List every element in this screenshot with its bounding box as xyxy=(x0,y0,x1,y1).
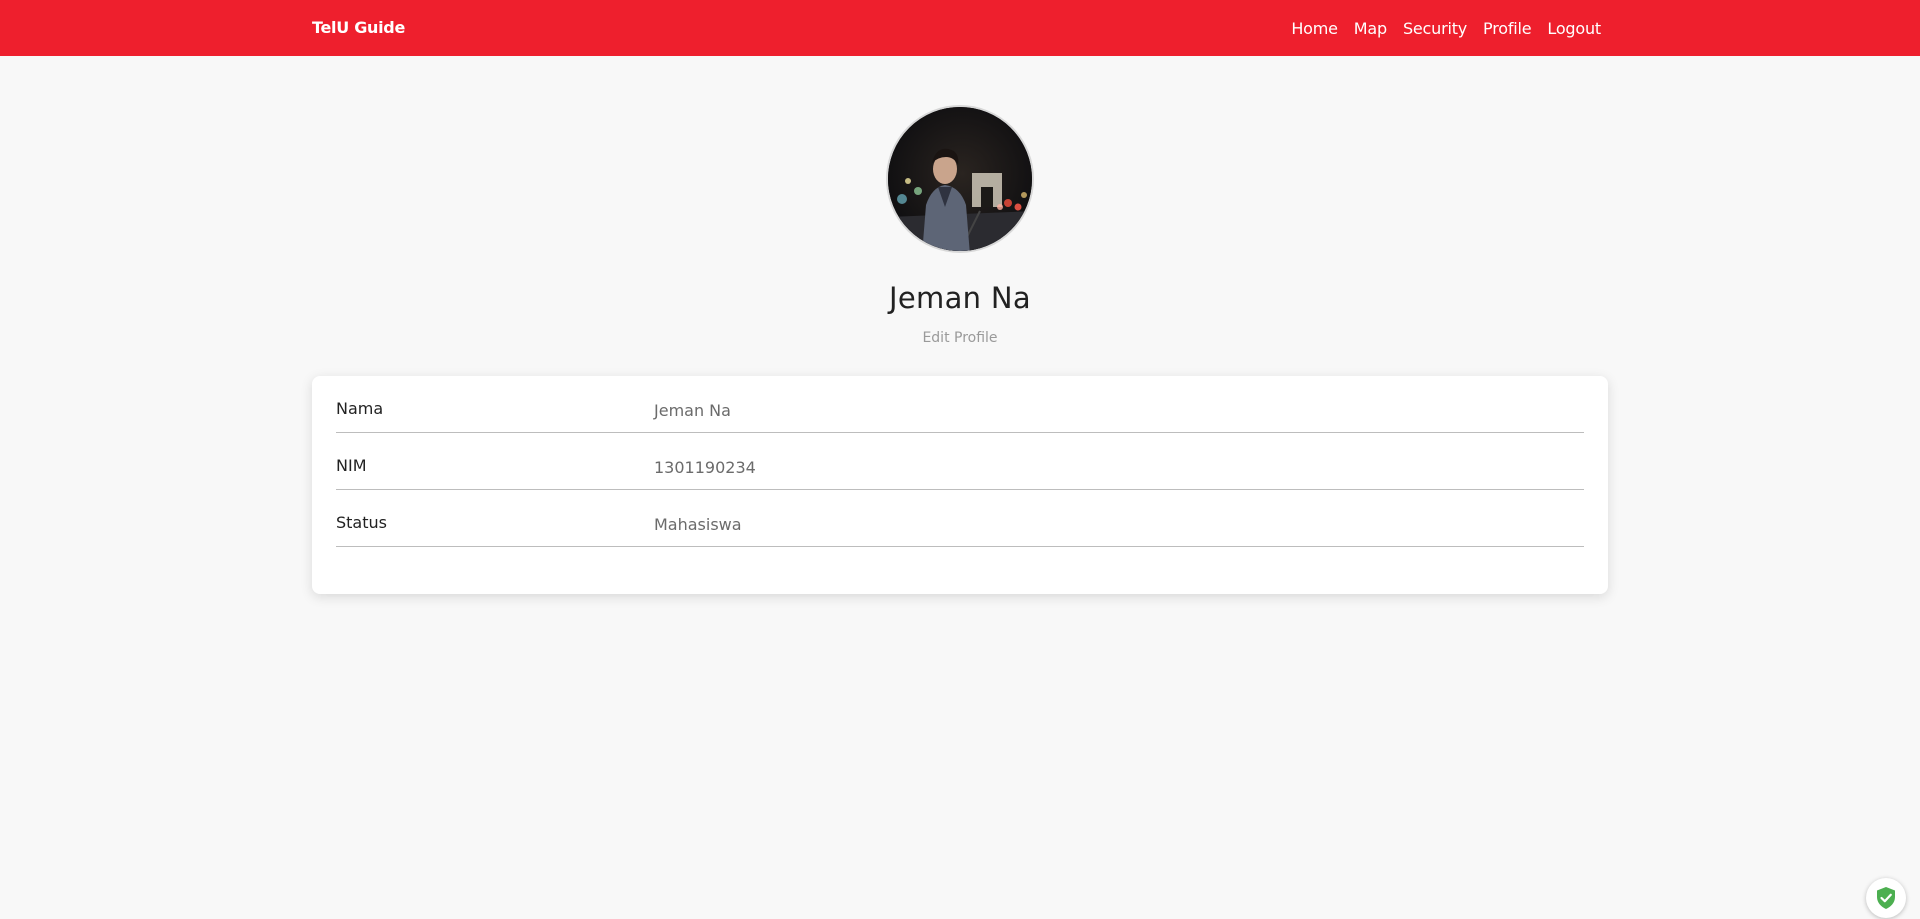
detail-value: 1301190234 xyxy=(654,458,756,477)
nav-link-home[interactable]: Home xyxy=(1291,19,1338,38)
avatar xyxy=(886,105,1034,253)
edit-profile-link[interactable]: Edit Profile xyxy=(0,330,1920,346)
detail-row-status: Status Mahasiswa xyxy=(336,490,1584,547)
detail-row-nama: Nama Jeman Na xyxy=(336,376,1584,433)
detail-label: Status xyxy=(336,513,387,532)
profile-name: Jeman Na xyxy=(889,281,1031,315)
nav-link-profile[interactable]: Profile xyxy=(1483,19,1532,38)
profile-details-card: Nama Jeman Na NIM 1301190234 Status Maha… xyxy=(312,376,1608,594)
nav-link-map[interactable]: Map xyxy=(1354,19,1387,38)
detail-value: Jeman Na xyxy=(654,401,731,420)
navbar: TelU Guide Home Map Security Profile Log… xyxy=(0,0,1920,56)
detail-label: Nama xyxy=(336,399,384,418)
shield-check-icon xyxy=(1877,887,1895,909)
nav-link-security[interactable]: Security xyxy=(1403,19,1467,38)
nav-link-logout[interactable]: Logout xyxy=(1547,19,1601,38)
detail-label: NIM xyxy=(336,456,367,475)
detail-value: Mahasiswa xyxy=(654,515,742,534)
detail-row-nim: NIM 1301190234 xyxy=(336,433,1584,490)
shield-check-widget[interactable] xyxy=(1866,878,1906,918)
nav-links: Home Map Security Profile Logout xyxy=(1291,0,1601,56)
brand-logo[interactable]: TelU Guide xyxy=(312,0,405,56)
